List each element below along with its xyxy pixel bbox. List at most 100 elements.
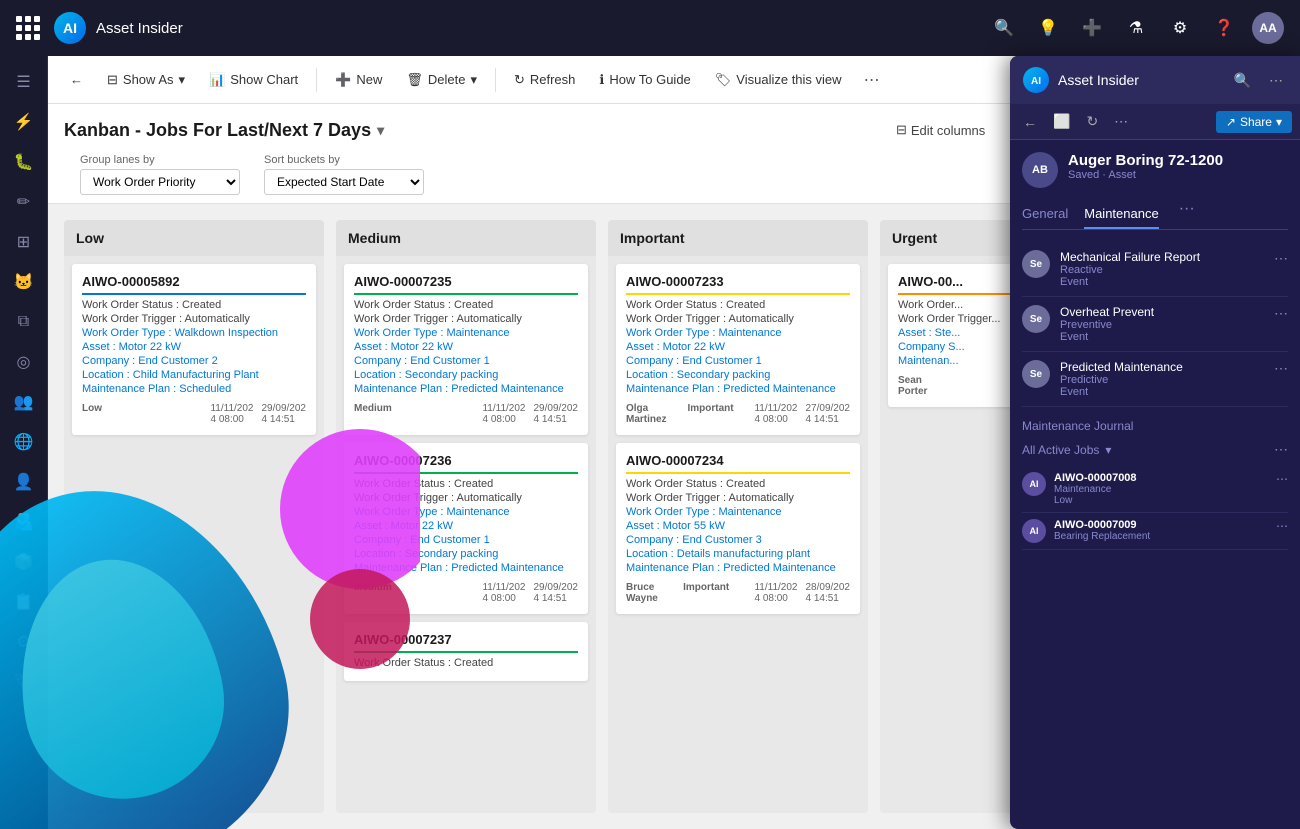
card-field-link[interactable]: Location : Secondary packing: [354, 369, 578, 381]
search-nav-icon[interactable]: 🔍: [988, 12, 1020, 44]
card-field-link[interactable]: Maintenance Plan : Predicted Maintenance: [354, 383, 578, 395]
plus-nav-icon[interactable]: ➕: [1076, 12, 1108, 44]
sidebar-clip-icon[interactable]: 📋: [6, 584, 42, 620]
card-dates: 11/11/2024 08:00 29/09/2024 14:51: [210, 403, 306, 425]
card-date1: 11/11/2024 08:00: [210, 403, 253, 425]
maint-more-icon-1[interactable]: ⋯: [1274, 250, 1288, 267]
panel-options-icon[interactable]: ⋯: [1109, 110, 1133, 133]
sidebar-menu-icon[interactable]: ☰: [6, 64, 42, 100]
sidebar-box-icon[interactable]: 📦: [6, 544, 42, 580]
card-field-link[interactable]: Maintenance Plan : Predicted Maintenance: [626, 562, 850, 574]
maint-more-icon-3[interactable]: ⋯: [1274, 360, 1288, 377]
tab-general[interactable]: General: [1022, 200, 1068, 229]
card-id: AIWO-00007236: [354, 453, 578, 474]
help-nav-icon[interactable]: ❓: [1208, 12, 1240, 44]
lane-header-medium: Medium: [336, 220, 596, 256]
journal-more-icon-2[interactable]: ⋯: [1276, 519, 1288, 533]
back-button[interactable]: ←: [60, 67, 93, 92]
show-as-icon: ⊟: [107, 72, 118, 88]
panel-logo-icon: AI: [1022, 66, 1050, 94]
show-chart-button[interactable]: 📊 Show Chart: [199, 67, 308, 93]
how-to-guide-button[interactable]: ℹ How To Guide: [589, 67, 700, 93]
card-aiwo-00007234[interactable]: AIWO-00007234 Work Order Status : Create…: [616, 443, 860, 614]
maint-avatar-3: Se: [1022, 360, 1050, 388]
journal-more-icon-1[interactable]: ⋯: [1276, 472, 1288, 486]
tab-more-icon[interactable]: ···: [1179, 200, 1195, 229]
sidebar-group-icon[interactable]: 🫂: [6, 504, 42, 540]
card-field-link[interactable]: Location : Secondary packing: [626, 369, 850, 381]
card-field-link[interactable]: Asset : Motor 22 kW: [626, 341, 850, 353]
journal-options-icon[interactable]: ⋯: [1274, 441, 1288, 458]
card-aiwo-00007237[interactable]: AIWO-00007237 Work Order Status : Create…: [344, 622, 588, 681]
delete-button[interactable]: 🗑 Delete ▾: [396, 67, 487, 93]
all-active-jobs-label[interactable]: All Active Jobs: [1022, 443, 1099, 457]
card-field-link[interactable]: Asset : Motor 55 kW: [626, 520, 850, 532]
sidebar-lightning-icon[interactable]: ⚡: [6, 104, 42, 140]
sidebar-pencil-icon[interactable]: ✏: [6, 184, 42, 220]
card-field-link[interactable]: Company : End Customer 2: [82, 355, 306, 367]
card-field-link[interactable]: Asset : Motor 22 kW: [354, 520, 578, 532]
sort-by-select[interactable]: Expected Start Date: [264, 169, 424, 195]
panel-search-icon[interactable]: 🔍: [1229, 69, 1256, 92]
edit-columns-button[interactable]: ⊟ Edit columns: [886, 117, 995, 143]
card-field-link[interactable]: Company : End Customer 1: [354, 534, 578, 546]
tab-maintenance[interactable]: Maintenance: [1084, 200, 1158, 229]
sidebar-grid-icon[interactable]: ⊞: [6, 224, 42, 260]
maint-item-3: Se Predicted Maintenance Predictive Even…: [1022, 352, 1288, 407]
visualize-button[interactable]: 🏷 Visualize this view: [705, 67, 852, 93]
card-field-link[interactable]: Asset : Motor 22 kW: [82, 341, 306, 353]
panel-asset-info: Auger Boring 72-1200 Saved · Asset: [1068, 152, 1223, 181]
card-field-link[interactable]: Work Order Type : Maintenance: [626, 506, 850, 518]
plus-icon: ➕: [335, 72, 351, 88]
panel-refresh-icon[interactable]: ↻: [1081, 110, 1103, 133]
card-field-link[interactable]: Company : End Customer 1: [354, 355, 578, 367]
apps-grid-icon[interactable]: [16, 16, 40, 40]
card-field-link[interactable]: Work Order Type : Walkdown Inspection: [82, 327, 306, 339]
panel-back-icon[interactable]: ←: [1018, 111, 1042, 133]
sidebar-person-icon[interactable]: 👤: [6, 464, 42, 500]
group-by-select[interactable]: Work Order Priority: [80, 169, 240, 195]
card-field-link[interactable]: Work Order Type : Maintenance: [626, 327, 850, 339]
card-field-link[interactable]: Work Order Type : Maintenance: [354, 327, 578, 339]
sidebar-circle-icon[interactable]: ◎: [6, 344, 42, 380]
card-field-link[interactable]: Location : Secondary packing: [354, 548, 578, 560]
sidebar-people-icon[interactable]: 👥: [6, 384, 42, 420]
show-as-button[interactable]: ⊟ Show As ▾: [97, 67, 195, 93]
info-icon: ℹ: [599, 72, 604, 88]
maint-more-icon-2[interactable]: ⋯: [1274, 305, 1288, 322]
sidebar: ☰ ⚡ 🐛 ✏ ⊞ 🐱 ⧉ ◎ 👥 🌐 👤 🫂 📦 📋 ⚙ 🏷: [0, 56, 48, 829]
settings-nav-icon[interactable]: ⚙: [1164, 12, 1196, 44]
all-active-chevron-icon[interactable]: ▾: [1105, 443, 1111, 457]
lightbulb-nav-icon[interactable]: 💡: [1032, 12, 1064, 44]
card-field-link[interactable]: Work Order Type : Maintenance: [354, 506, 578, 518]
user-avatar[interactable]: AA: [1252, 12, 1284, 44]
card-field-link[interactable]: Location : Child Manufacturing Plant: [82, 369, 306, 381]
panel-share-button[interactable]: ↗ Share ▾: [1216, 111, 1292, 133]
new-button[interactable]: ➕ New: [325, 67, 392, 93]
sidebar-tag-icon[interactable]: 🏷: [6, 664, 42, 700]
card-field-link[interactable]: Location : Details manufacturing plant: [626, 548, 850, 560]
more-options-button[interactable]: ⋯: [856, 65, 888, 95]
sidebar-cat-icon[interactable]: 🐱: [6, 264, 42, 300]
card-field-link[interactable]: Asset : Motor 22 kW: [354, 341, 578, 353]
card-field-link[interactable]: Maintenance Plan : Scheduled: [82, 383, 306, 395]
card-aiwo-00005892[interactable]: AIWO-00005892 Work Order Status : Create…: [72, 264, 316, 435]
journal-section-header: Maintenance Journal: [1022, 419, 1288, 433]
sidebar-bug-icon[interactable]: 🐛: [6, 144, 42, 180]
refresh-button[interactable]: ↻ Refresh: [504, 67, 585, 93]
view-title-chevron-icon[interactable]: ▾: [377, 122, 384, 139]
panel-more-icon[interactable]: ⋯: [1264, 69, 1288, 92]
refresh-icon: ↻: [514, 72, 525, 88]
card-field-link[interactable]: Maintenance Plan : Predicted Maintenance: [626, 383, 850, 395]
card-field-link[interactable]: Company : End Customer 3: [626, 534, 850, 546]
card-aiwo-00007235[interactable]: AIWO-00007235 Work Order Status : Create…: [344, 264, 588, 435]
filter-nav-icon[interactable]: ⚗: [1120, 12, 1152, 44]
sidebar-layers-icon[interactable]: ⧉: [6, 304, 42, 340]
card-field-link[interactable]: Company : End Customer 1: [626, 355, 850, 367]
card-field-link[interactable]: Maintenance Plan : Predicted Maintenance: [354, 562, 578, 574]
sidebar-globe-icon[interactable]: 🌐: [6, 424, 42, 460]
panel-rect-icon[interactable]: ⬜: [1048, 110, 1075, 133]
card-aiwo-00007236[interactable]: AIWO-00007236 Work Order Status : Create…: [344, 443, 588, 614]
card-aiwo-00007233[interactable]: AIWO-00007233 Work Order Status : Create…: [616, 264, 860, 435]
sidebar-settings2-icon[interactable]: ⚙: [6, 624, 42, 660]
